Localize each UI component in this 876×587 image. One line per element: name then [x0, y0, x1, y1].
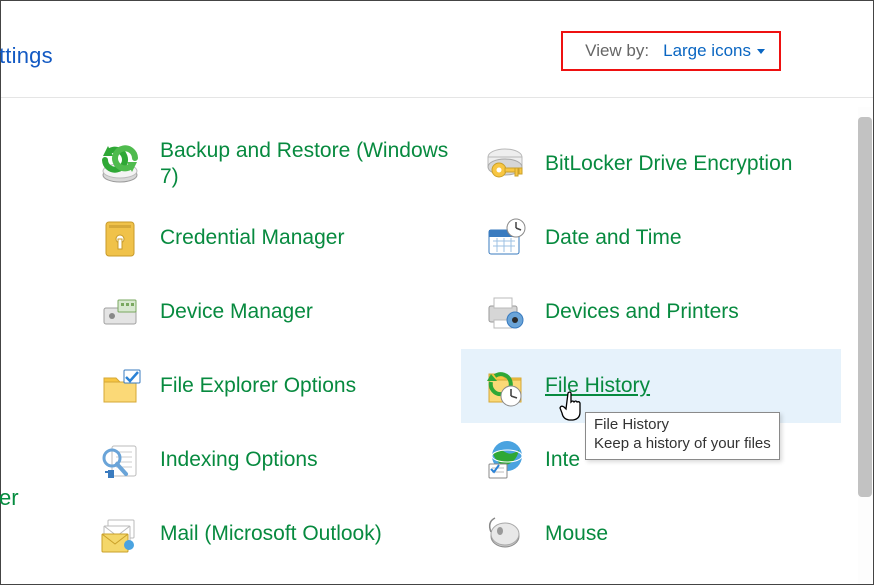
item-label: Devices and Printers — [545, 299, 739, 325]
tooltip-title: File History — [594, 416, 771, 435]
item-bitlocker[interactable]: BitLocker Drive Encryption — [461, 127, 841, 201]
item-label: Credential Manager — [160, 225, 344, 251]
mail-icon — [98, 512, 142, 556]
item-label: BitLocker Drive Encryption — [545, 151, 792, 177]
devices-printers-icon — [483, 290, 527, 334]
scrollbar-track[interactable] — [858, 107, 872, 584]
chevron-down-icon — [757, 49, 765, 54]
tooltip: File History Keep a history of your file… — [585, 412, 780, 460]
item-credential-manager[interactable]: Credential Manager — [76, 201, 461, 275]
item-mail[interactable]: Mail (Microsoft Outlook) — [76, 497, 461, 571]
device-manager-icon — [98, 290, 142, 334]
tooltip-desc: Keep a history of your files — [594, 435, 771, 454]
item-label: Mail (Microsoft Outlook) — [160, 521, 382, 547]
item-label: Indexing Options — [160, 447, 318, 473]
internet-options-icon — [483, 438, 527, 482]
mouse-icon — [483, 512, 527, 556]
date-time-icon — [483, 216, 527, 260]
control-panel-grid: Backup and Restore (Windows 7) — [76, 127, 843, 584]
viewby-value-text: Large icons — [663, 41, 751, 61]
item-label: Device Manager — [160, 299, 313, 325]
backup-restore-icon — [98, 142, 142, 186]
item-file-explorer-options[interactable]: File Explorer Options — [76, 349, 461, 423]
file-history-icon — [483, 364, 527, 408]
viewby-highlight: View by: Large icons — [561, 31, 781, 71]
bitlocker-icon — [483, 142, 527, 186]
item-label: File History — [545, 373, 650, 399]
item-devices-printers[interactable]: Devices and Printers — [461, 275, 841, 349]
left-cut-fragment: er — [0, 485, 19, 511]
credential-manager-icon — [98, 216, 142, 260]
scrollbar-thumb[interactable] — [858, 117, 872, 497]
item-label: Mouse — [545, 521, 608, 547]
viewby-dropdown[interactable]: Large icons — [663, 41, 765, 61]
item-backup-restore[interactable]: Backup and Restore (Windows 7) — [76, 127, 461, 201]
indexing-options-icon — [98, 438, 142, 482]
item-device-manager[interactable]: Device Manager — [76, 275, 461, 349]
file-explorer-options-icon — [98, 364, 142, 408]
header-bar: ttings View by: Large icons — [1, 1, 873, 98]
item-date-time[interactable]: Date and Time — [461, 201, 841, 275]
item-mouse[interactable]: Mouse — [461, 497, 841, 571]
item-label: Date and Time — [545, 225, 682, 251]
item-indexing-options[interactable]: Indexing Options — [76, 423, 461, 497]
body: er Backup and Restore — [1, 97, 873, 584]
item-label: Inte — [545, 447, 580, 473]
viewby-label: View by: — [585, 41, 649, 61]
page-title-fragment: ttings — [0, 43, 53, 69]
item-label: Backup and Restore (Windows 7) — [160, 138, 461, 191]
item-label: File Explorer Options — [160, 373, 356, 399]
